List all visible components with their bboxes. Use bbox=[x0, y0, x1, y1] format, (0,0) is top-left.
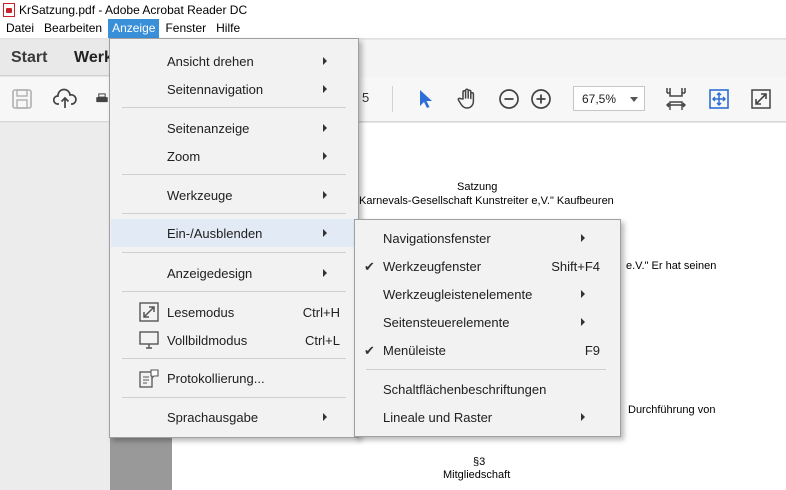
menu-item-show-hide[interactable]: Ein-/Ausblenden bbox=[111, 219, 357, 247]
submenu-item-toolbar-items[interactable]: Werkzeugleistenelemente bbox=[356, 280, 619, 308]
submenu-item-rulers-grids[interactable]: Lineale und Raster bbox=[356, 403, 619, 431]
doc-line: Durchführung von bbox=[628, 404, 716, 416]
tracker-icon bbox=[139, 368, 159, 388]
select-cursor-icon[interactable] bbox=[413, 87, 437, 111]
menu-item-page-navigation[interactable]: Seitennavigation bbox=[111, 75, 357, 103]
menu-item-read-mode[interactable]: Lesemodus Ctrl+H bbox=[111, 298, 357, 326]
zoom-dropdown[interactable]: 67,5% bbox=[573, 86, 645, 111]
submenu-arrow-icon bbox=[323, 124, 327, 132]
menu-fenster[interactable]: Fenster bbox=[161, 19, 210, 38]
read-mode-icon bbox=[139, 302, 159, 322]
zoom-in-icon[interactable] bbox=[529, 87, 553, 111]
submenu-arrow-icon bbox=[581, 413, 585, 421]
show-hide-submenu: Navigationsfenster ✔ Werkzeugfenster Shi… bbox=[354, 219, 621, 437]
tab-start[interactable]: Start bbox=[11, 40, 47, 76]
shortcut-text: Ctrl+L bbox=[304, 332, 340, 348]
doc-subtitle: Karnevals-Gesellschaft Kunstreiter e,V."… bbox=[359, 195, 614, 207]
doc-section-number: §3 bbox=[473, 456, 486, 468]
shortcut-text: Shift+F4 bbox=[551, 258, 600, 274]
menu-item-zoom[interactable]: Zoom bbox=[111, 142, 357, 170]
menu-anzeige[interactable]: Anzeige bbox=[108, 19, 160, 38]
menu-item-display-theme[interactable]: Anzeigedesign bbox=[111, 259, 357, 287]
submenu-item-button-labels[interactable]: Schaltflächenbeschriftungen bbox=[356, 375, 619, 403]
save-icon[interactable] bbox=[10, 87, 34, 111]
checkmark-icon: ✔ bbox=[364, 343, 375, 358]
submenu-arrow-icon bbox=[323, 152, 327, 160]
menu-item-read-out-loud[interactable]: Sprachausgabe bbox=[111, 403, 357, 431]
doc-heading: Satzung bbox=[457, 181, 498, 193]
submenu-item-page-controls[interactable]: Seitensteuerelemente bbox=[356, 308, 619, 336]
monitor-icon bbox=[139, 330, 159, 350]
menu-divider bbox=[366, 369, 606, 370]
submenu-arrow-icon bbox=[323, 413, 327, 421]
menu-item-full-screen[interactable]: Vollbildmodus Ctrl+L bbox=[111, 326, 357, 354]
window-title: KrSatzung.pdf - Adobe Acrobat Reader DC bbox=[19, 2, 248, 17]
shortcut-text: Ctrl+H bbox=[302, 304, 340, 320]
doc-section-title: Mitgliedschaft bbox=[443, 469, 511, 481]
hand-tool-icon[interactable] bbox=[455, 87, 479, 111]
submenu-arrow-icon bbox=[323, 229, 327, 237]
scroll-mode-icon[interactable] bbox=[707, 87, 731, 111]
menu-divider bbox=[122, 213, 346, 214]
pdf-app-icon bbox=[3, 2, 15, 17]
submenu-item-navigation-panes[interactable]: Navigationsfenster bbox=[356, 224, 619, 252]
menu-item-rotate-view[interactable]: Ansicht drehen bbox=[111, 47, 357, 75]
title-bar: KrSatzung.pdf - Adobe Acrobat Reader DC bbox=[0, 0, 786, 19]
submenu-arrow-icon bbox=[323, 269, 327, 277]
menu-divider bbox=[122, 397, 346, 398]
menu-item-tools[interactable]: Werkzeuge bbox=[111, 181, 357, 209]
submenu-item-tools-pane[interactable]: ✔ Werkzeugfenster Shift+F4 bbox=[356, 252, 619, 280]
menu-datei[interactable]: Datei bbox=[2, 19, 38, 38]
zoom-value: 67,5% bbox=[582, 92, 617, 106]
tab-document[interactable] bbox=[355, 40, 786, 77]
menu-bar: Datei Bearbeiten Anzeige Fenster Hilfe bbox=[0, 19, 786, 39]
doc-line: e.V." Er hat seinen bbox=[626, 260, 717, 272]
zoom-out-icon[interactable] bbox=[497, 87, 521, 111]
print-icon[interactable] bbox=[95, 87, 109, 111]
full-screen-icon[interactable] bbox=[749, 87, 773, 111]
tab-werkzeuge[interactable]: Werk bbox=[74, 40, 113, 76]
menu-bearbeiten[interactable]: Bearbeiten bbox=[40, 19, 106, 38]
menu-item-tracker[interactable]: Protokollierung... bbox=[111, 364, 357, 392]
submenu-arrow-icon bbox=[581, 318, 585, 326]
chevron-down-icon bbox=[630, 97, 638, 102]
shortcut-text: F9 bbox=[584, 342, 600, 358]
menu-divider bbox=[122, 291, 346, 292]
submenu-arrow-icon bbox=[581, 290, 585, 298]
menu-divider bbox=[122, 174, 346, 175]
submenu-arrow-icon bbox=[581, 234, 585, 242]
left-pane bbox=[0, 123, 110, 490]
cloud-upload-icon[interactable] bbox=[53, 87, 77, 111]
submenu-arrow-icon bbox=[323, 57, 327, 65]
menu-divider bbox=[122, 107, 346, 108]
submenu-arrow-icon bbox=[323, 85, 327, 93]
menu-item-page-display[interactable]: Seitenanzeige bbox=[111, 114, 357, 142]
submenu-arrow-icon bbox=[323, 191, 327, 199]
menu-hilfe[interactable]: Hilfe bbox=[212, 19, 244, 38]
menu-divider bbox=[122, 252, 346, 253]
anzeige-menu: Ansicht drehen Seitennavigation Seitenan… bbox=[109, 38, 359, 438]
fit-page-icon[interactable] bbox=[664, 87, 688, 111]
submenu-item-menu-bar[interactable]: ✔ Menüleiste F9 bbox=[356, 336, 619, 364]
checkmark-icon: ✔ bbox=[364, 259, 375, 274]
menu-divider bbox=[122, 358, 346, 359]
toolbar-divider bbox=[392, 86, 393, 112]
page-total: 5 bbox=[362, 90, 370, 105]
